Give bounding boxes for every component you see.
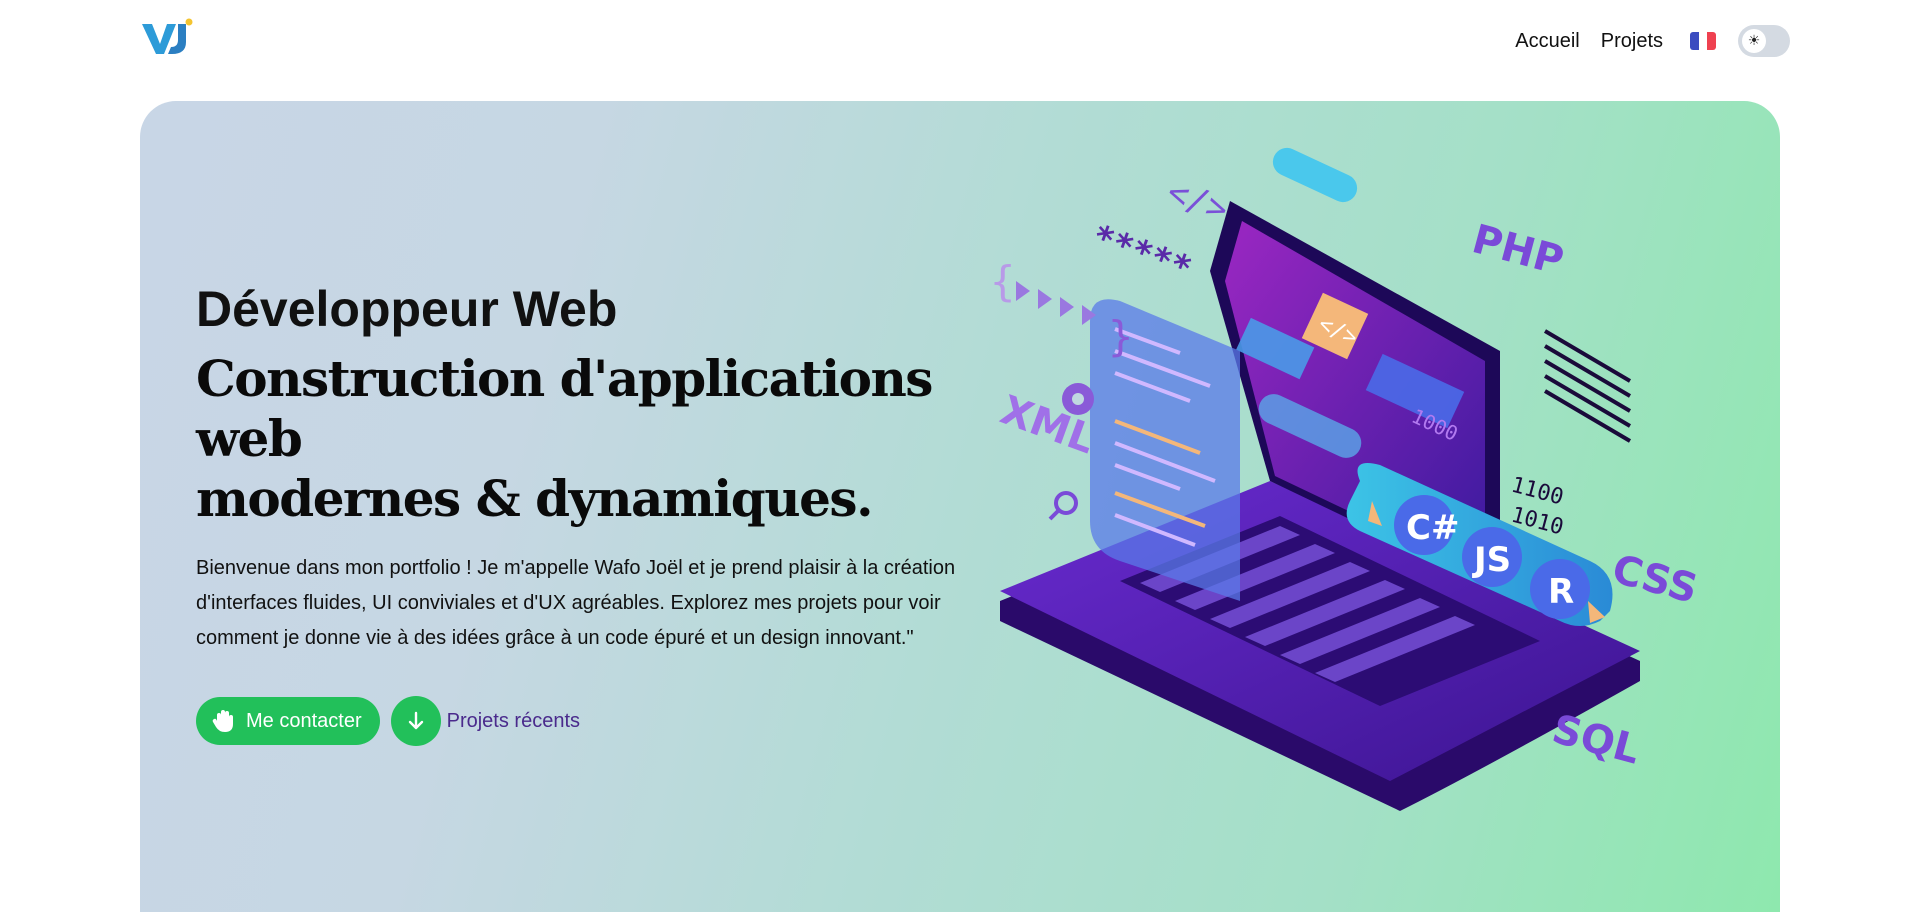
theme-toggle[interactable]: ☀ — [1738, 25, 1790, 57]
vj-logo-icon — [142, 18, 193, 54]
fr-flag-icon — [1690, 32, 1716, 50]
nav-accueil[interactable]: Accueil — [1515, 30, 1579, 53]
main-nav: Accueil Projets ☀ — [1515, 22, 1790, 60]
js-label: JS — [1472, 540, 1511, 580]
play-arrows-icon — [1016, 281, 1096, 325]
striped-lines-icon — [1543, 329, 1632, 443]
nav-projets[interactable]: Projets — [1601, 30, 1663, 53]
csharp-label: C# — [1406, 508, 1459, 548]
php-tag: PHP — [1467, 216, 1568, 284]
sun-icon: ☀ — [1742, 29, 1766, 53]
hero-cta: Me contacter Projets récents — [196, 696, 996, 746]
sql-tag: SQL — [1547, 706, 1644, 773]
arrow-down-icon — [408, 711, 423, 730]
stars-tag: ***** — [1087, 217, 1197, 290]
contact-button-label: Me contacter — [246, 709, 362, 732]
scroll-down-button[interactable] — [390, 696, 441, 746]
laptop-illustration: </> 1000 1100 1010 C# JS R </> ***** PHP… — [990, 147, 1702, 811]
hero-intro: Bienvenue dans mon portfolio ! Je m'appe… — [196, 557, 956, 649]
hero-headline: Construction d'applications web modernes… — [196, 349, 996, 529]
headline-line-1: Construction d'applications web — [196, 349, 933, 468]
contact-button[interactable]: Me contacter — [196, 697, 380, 745]
headline-line-2: modernes & dynamiques. — [196, 469, 873, 528]
hero-text: Développeur Web Construction d'applicati… — [196, 279, 996, 746]
r-label: R — [1548, 572, 1574, 612]
top-pill — [1272, 147, 1358, 203]
language-switch-button[interactable] — [1684, 24, 1722, 58]
waving-hand-icon — [212, 710, 233, 732]
brace-open-icon: { — [990, 257, 1015, 306]
brace-close-icon: } — [1108, 312, 1133, 361]
code-tag: </> — [1162, 172, 1233, 231]
search-icon — [1054, 491, 1078, 515]
hero-section: Développeur Web Construction d'applicati… — [140, 101, 1780, 912]
site-header: Accueil Projets ☀ — [0, 0, 1920, 80]
css-tag: CSS — [1607, 546, 1702, 613]
logo[interactable] — [140, 18, 200, 58]
recent-projects-link[interactable]: Projets récents — [447, 710, 580, 733]
hero-role: Développeur Web — [196, 281, 618, 337]
